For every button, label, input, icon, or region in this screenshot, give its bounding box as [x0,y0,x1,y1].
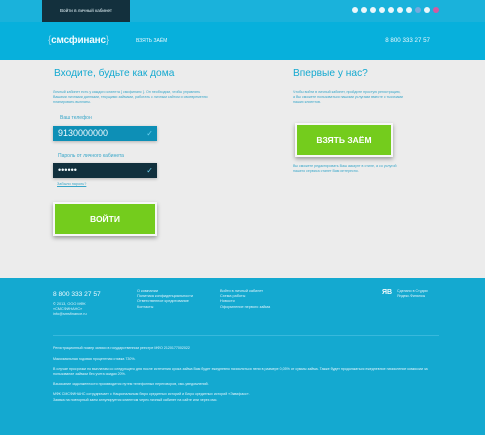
company-info: © 2013, ООО МФК «СМСФИНАНС» info@smsfina… [53,302,87,318]
signup-note: Вы сможете редактировать Ваш аккаунт в с… [293,164,397,173]
mail-icon[interactable] [406,7,412,13]
signup-intro: Чтобы войти в личный кабинет, пройдите п… [293,90,403,104]
take-loan-button[interactable]: ВЗЯТЬ ЗАЁМ [295,123,393,157]
header: {смсфинанс} ВЗЯТЬ ЗАЁМ 8 800 333 27 57 [0,22,485,60]
login-button[interactable]: ВОЙТИ [53,202,157,236]
vk-icon[interactable] [379,7,385,13]
android-icon[interactable] [352,7,358,13]
password-label: Пароль от личного кабинета [58,153,124,159]
ok-icon[interactable] [370,7,376,13]
signup-title: Впервые у нас? [293,68,368,79]
facebook-icon[interactable] [388,7,394,13]
twitter-icon[interactable] [397,7,403,13]
header-phone: 8 800 333 27 57 [385,37,430,44]
login-intro: Личный кабинет есть у каждого клиента { … [53,90,208,104]
password-field[interactable]: •••••• ✓ [53,163,157,178]
phone-field[interactable]: 9130000000 ✓ [53,126,157,141]
footer-col-1: О компании Политика конфиденциальности О… [137,289,193,310]
partner-text: Сделано в Студии Яндекс.Финансы [397,289,428,299]
social-icons [352,7,439,13]
legal-line: Взыскание задолженности производится пут… [53,382,209,386]
main-content: Входите, будьте как дома Личный кабинет … [0,60,485,278]
instagram-icon[interactable] [433,7,439,13]
footer-link[interactable]: Контакты [137,305,193,310]
footer: 8 800 333 27 57 © 2013, ООО МФК «СМСФИНА… [0,278,485,435]
apple-icon[interactable] [361,7,367,13]
legal-line: Заявка на повторный заем аннулируется кл… [53,398,218,402]
check-icon: ✓ [146,166,153,175]
loan-link[interactable]: ВЗЯТЬ ЗАЁМ [136,38,167,44]
skype-icon[interactable] [415,7,421,13]
forgot-password-link[interactable]: Забыли пароль? [57,182,86,186]
legal-line: Регистрационный номер записи в государст… [53,346,190,350]
footer-phone: 8 800 333 27 57 [53,291,101,298]
partner-logo[interactable]: ЯВ [382,289,392,296]
logo[interactable]: {смсфинанс} [48,35,109,46]
footer-link[interactable]: Оформление первого займа [220,305,270,310]
legal-line: МФК СМСФИНАНС сотрудничает с Национальны… [53,392,250,396]
footer-col-2: Войти в личный кабинет Схема работы Ново… [220,289,270,310]
phone-label: Ваш телефон [60,115,92,121]
legal-line: Максимальная годовая процентная ставка 7… [53,357,136,361]
footer-link[interactable]: Ответственное кредитование [137,299,193,304]
login-title: Входите, будьте как дома [54,68,175,79]
top-bar: Войти в личный кабинет [0,0,485,22]
login-tab[interactable]: Войти в личный кабинет [42,0,130,22]
check-icon: ✓ [146,129,153,138]
company-email[interactable]: info@smsfinance.ru [53,312,87,317]
partner-line: Яндекс.Финансы [397,294,426,298]
footer-divider [53,335,439,336]
youtube-icon[interactable] [424,7,430,13]
phone-value: 9130000000 [58,128,109,138]
password-value: •••••• [58,165,77,175]
legal-line: В случае просрочки по выплатам со следую… [53,367,428,376]
